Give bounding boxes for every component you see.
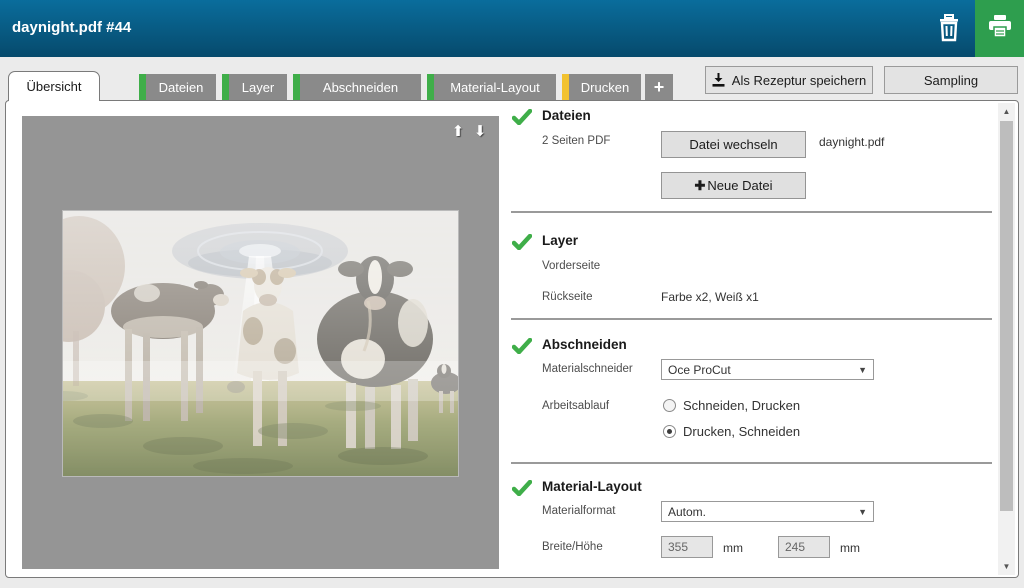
- section-divider: [511, 211, 992, 213]
- scroll-up-button[interactable]: ▲: [998, 103, 1015, 120]
- scrollbar-thumb[interactable]: [1000, 121, 1013, 511]
- sampling-label: Sampling: [923, 72, 979, 88]
- section-divider: [511, 318, 992, 320]
- radio-label: Drucken, Schneiden: [683, 424, 801, 439]
- settings-scrollbar[interactable]: ▲ ▼: [998, 103, 1015, 575]
- section-divider: [511, 462, 992, 464]
- material-format-label: Materialformat: [542, 505, 616, 517]
- width-input: [661, 536, 713, 558]
- tab-label: Layer: [241, 79, 275, 95]
- trash-icon: [940, 14, 958, 42]
- tab-status-green-indicator: [222, 74, 229, 100]
- tab-label: Übersicht: [26, 79, 82, 94]
- tab-layer[interactable]: Layer: [222, 74, 287, 100]
- plus-icon: ✚: [694, 177, 706, 193]
- check-icon: [512, 234, 532, 250]
- material-format-value: Autom.: [668, 504, 707, 519]
- tab-label: Drucken: [580, 79, 630, 95]
- section-title-material-layout: Material-Layout: [542, 479, 642, 494]
- radio-label: Schneiden, Drucken: [683, 398, 801, 413]
- tab-label: Dateien: [158, 79, 204, 95]
- download-icon: [712, 73, 725, 87]
- print-button[interactable]: [975, 0, 1024, 57]
- tab-uebersicht[interactable]: Übersicht: [8, 71, 100, 101]
- tab-dateien[interactable]: Dateien: [139, 74, 216, 100]
- width-height-label: Breite/Höhe: [542, 541, 603, 553]
- material-cutter-value: Oce ProCut: [668, 362, 731, 377]
- section-title-dateien: Dateien: [542, 108, 591, 123]
- check-icon: [512, 480, 532, 496]
- width-unit-label: mm: [723, 541, 743, 555]
- pages-label: 2 Seiten PDF: [542, 135, 611, 147]
- section-title-layer: Layer: [542, 233, 579, 248]
- window-title: daynight.pdf #44: [12, 19, 132, 36]
- delete-job-button[interactable]: [932, 14, 966, 44]
- add-tab-button[interactable]: +: [645, 74, 673, 100]
- page-up-arrow-icon[interactable]: ⬆: [449, 122, 467, 142]
- save-recipe-label: Als Rezeptur speichern: [731, 72, 867, 88]
- sampling-button[interactable]: Sampling: [884, 66, 1018, 94]
- preview-area: ⬆ ⬇: [22, 116, 499, 569]
- front-side-label: Vorderseite: [542, 260, 601, 272]
- check-icon: [512, 338, 532, 354]
- page-down-arrow-icon[interactable]: ⬇: [471, 122, 489, 142]
- section-title-abschneiden: Abschneiden: [542, 337, 627, 352]
- tab-abschneiden[interactable]: Abschneiden: [293, 74, 421, 100]
- tab-status-green-indicator: [427, 74, 434, 100]
- content-panel: ⬆ ⬇ Dateien 2 Seiten PDF Datei wechseln …: [5, 100, 1019, 578]
- material-cutter-label: Materialschneider: [542, 363, 633, 375]
- printer-icon: [988, 15, 1011, 38]
- back-side-value: Farbe x2, Weiß x1: [661, 290, 759, 304]
- height-unit-label: mm: [840, 541, 860, 555]
- change-file-button[interactable]: Datei wechseln: [661, 131, 806, 158]
- new-file-button[interactable]: ✚ Neue Datei: [661, 172, 806, 199]
- print-job-window: daynight.pdf #44 Übersicht Dateien Layer…: [0, 0, 1024, 588]
- tab-material-layout[interactable]: Material-Layout: [427, 74, 556, 100]
- tab-status-green-indicator: [139, 74, 146, 100]
- new-file-label: Neue Datei: [707, 177, 773, 193]
- check-icon: [512, 109, 532, 125]
- tab-status-yellow-indicator: [562, 74, 569, 100]
- scroll-down-button[interactable]: ▼: [998, 558, 1015, 575]
- radio-schneiden-drucken[interactable]: Schneiden, Drucken: [663, 398, 800, 413]
- filename-value: daynight.pdf: [819, 135, 885, 149]
- tab-drucken[interactable]: Drucken: [562, 74, 641, 100]
- radio-unselected-icon: [663, 399, 676, 412]
- titlebar: daynight.pdf #44: [0, 0, 1024, 57]
- plus-icon: +: [653, 76, 665, 97]
- tab-status-green-indicator: [293, 74, 300, 100]
- tab-label: Abschneiden: [322, 79, 399, 95]
- workflow-label: Arbeitsablauf: [542, 400, 610, 412]
- save-recipe-button[interactable]: Als Rezeptur speichern: [705, 66, 873, 94]
- radio-selected-icon: [663, 425, 676, 438]
- caret-down-icon: ▼: [858, 364, 867, 375]
- radio-drucken-schneiden[interactable]: Drucken, Schneiden: [663, 424, 800, 439]
- tab-label: Material-Layout: [450, 79, 540, 95]
- material-cutter-select[interactable]: Oce ProCut ▼: [661, 359, 874, 380]
- pdf-preview-image: [62, 210, 459, 477]
- tab-bar: Übersicht Dateien Layer Abschneiden Mate…: [0, 57, 1024, 101]
- height-input: [778, 536, 830, 558]
- caret-down-icon: ▼: [858, 506, 867, 517]
- material-format-select[interactable]: Autom. ▼: [661, 501, 874, 522]
- back-side-label: Rückseite: [542, 291, 593, 303]
